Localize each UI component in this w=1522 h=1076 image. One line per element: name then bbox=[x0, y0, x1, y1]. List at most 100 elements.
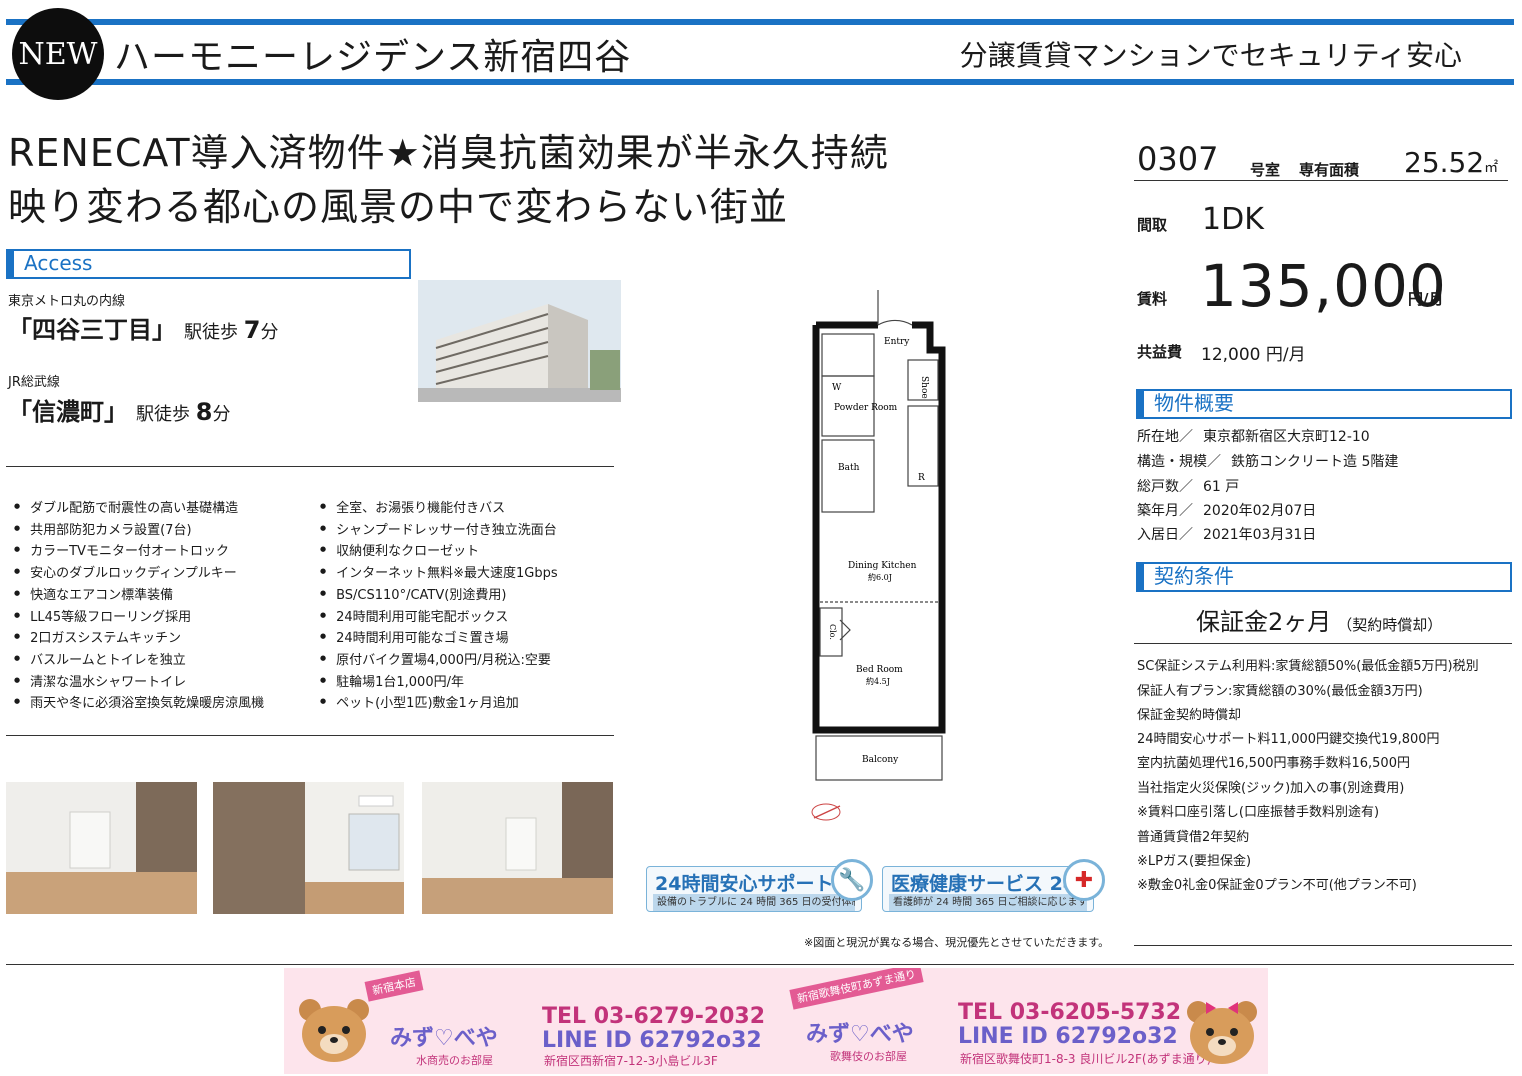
interior-photo-1 bbox=[6, 782, 197, 914]
feature-item: シャンプードレッサー付き独立洗面台 bbox=[320, 520, 558, 542]
feature-item: ダブル配筋で耐震性の高い基礎構造 bbox=[14, 498, 264, 520]
wrench-icon: 🔧 bbox=[831, 859, 873, 901]
feature-item: 24時間利用可能宅配ボックス bbox=[320, 607, 558, 629]
condition-row: 保証人有プラン:家賃総額の30%(最低金額3万円) bbox=[1137, 684, 1423, 699]
store-2-tel: TEL 03-6205-5732 bbox=[958, 1000, 1182, 1025]
condition-row: 当社指定火災保険(ジック)加入の事(別途費用) bbox=[1137, 781, 1405, 796]
feature-item: 収納便利なクローゼット bbox=[320, 541, 558, 563]
route-1-walk: 駅徒歩 7分 bbox=[184, 316, 279, 344]
feature-item: 24時間利用可能なゴミ置き場 bbox=[320, 628, 558, 650]
contract-divider bbox=[1134, 643, 1512, 644]
feature-item: LL45等級フローリング採用 bbox=[14, 607, 264, 629]
overview-row: 所在地／ 東京都新宿区大京町12-10 bbox=[1137, 429, 1370, 445]
feature-item: 安心のダブルロックディンプルキー bbox=[14, 563, 264, 585]
feature-item: 2口ガスシステムキッチン bbox=[14, 628, 264, 650]
fp-label-dk-size: 約6.0J bbox=[868, 572, 892, 582]
feature-item: 雨天や冬に必須浴室換気乾燥暖房涼風機 bbox=[14, 693, 264, 715]
building-exterior-photo bbox=[418, 280, 621, 402]
footer-divider bbox=[6, 964, 1514, 965]
store-1-name: みず♡べや bbox=[390, 1026, 498, 1051]
fp-label-entry: Entry bbox=[884, 337, 910, 347]
right-bottom-divider bbox=[1134, 945, 1512, 946]
store-2-name: みず♡べや bbox=[806, 1022, 914, 1047]
support-24h-badge: 24時間安心サポート 設備のトラブルに 24 時間 365 日の受付体制 🔧 bbox=[646, 859, 873, 912]
condition-row: SC保証システム利用料:家賃総額50%(最低金額5万円)税別 bbox=[1137, 659, 1479, 674]
feature-item: 全室、お湯張り機能付きバス bbox=[320, 498, 558, 520]
disclaimer: ※図面と現況が異なる場合、現況優先とさせていただきます。 bbox=[804, 936, 1110, 949]
store-2-sub: 歌舞伎のお部屋 bbox=[830, 1050, 907, 1063]
new-badge: NEW bbox=[12, 8, 104, 100]
route-1-line: 東京メトロ丸の内線 bbox=[8, 294, 126, 309]
deposit-value: 保証金2ヶ月 bbox=[1196, 608, 1332, 636]
bear-mascot-icon bbox=[299, 999, 369, 1062]
fp-label-br-size: 約4.5J bbox=[866, 676, 890, 686]
store-2-ribbon: 新宿歌舞伎町あずま通り bbox=[789, 968, 924, 1010]
common-fee-value: 12,000 円/月 bbox=[1201, 345, 1306, 365]
store-1-ribbon: 新宿本店 bbox=[364, 970, 424, 1002]
access-label: Access bbox=[6, 249, 411, 279]
area-value: 25.52㎡ bbox=[1404, 146, 1499, 179]
bear-mascot-icon bbox=[1187, 1001, 1257, 1064]
tagline: 分譲賃貸マンションでセキュリティ安心 bbox=[959, 39, 1462, 72]
fp-label-powder-room: Powder Room bbox=[834, 403, 898, 413]
red-cross-icon: ✚ bbox=[1063, 859, 1105, 901]
overview-row: 構造・規模／ 鉄筋コンクリート造 5階建 bbox=[1137, 454, 1399, 470]
divider-2 bbox=[6, 735, 614, 736]
store-1-line-id: LINE ID 62792o32 bbox=[542, 1028, 762, 1053]
compass-icon bbox=[811, 803, 841, 821]
common-fee-label: 共益費 bbox=[1137, 343, 1183, 361]
condition-row: 保証金契約時償却 bbox=[1137, 708, 1242, 723]
condition-row: 室内抗菌処理代16,500円事務手数料16,500円 bbox=[1137, 756, 1410, 771]
feature-item: 快適なエアコン標準装備 bbox=[14, 585, 264, 607]
fp-label-dining-kitchen: Dining Kitchen bbox=[848, 561, 917, 571]
rent-value: 135,000 bbox=[1200, 252, 1447, 320]
rent-unit: 円/月 bbox=[1408, 290, 1444, 308]
layout-value: 1DK bbox=[1202, 202, 1264, 237]
support-badge-title: 24時間安心サポート bbox=[655, 873, 834, 895]
fp-label-closet: Clo. bbox=[828, 624, 837, 640]
condition-row: 24時間安心サポート料11,000円鍵交換代19,800円 bbox=[1137, 732, 1440, 747]
route-2-station: 「信濃町」 bbox=[8, 398, 128, 426]
overview-label: 物件概要 bbox=[1136, 389, 1512, 419]
area-label: 専有面積 bbox=[1299, 161, 1360, 179]
route-2-line: JR総武線 bbox=[8, 375, 60, 390]
fp-label-shoe: Shoe bbox=[919, 376, 929, 399]
medical-badge-sub: 看護師が 24 時間 365 日ご相談に応じます。 bbox=[889, 894, 1087, 911]
condition-row: 普通賃貸借2年契約 bbox=[1137, 830, 1250, 845]
fp-label-w: W bbox=[832, 383, 842, 393]
feature-item: 駐輪場1台1,000円/年 bbox=[320, 672, 558, 694]
headline-2: 映り変わる都心の風景の中で変わらない街並 bbox=[8, 185, 789, 229]
fp-label-bath: Bath bbox=[838, 463, 860, 473]
deposit-note: （契約時償却） bbox=[1337, 616, 1443, 634]
overview-row: 総戸数／ 61 戸 bbox=[1137, 479, 1240, 495]
headline-1: RENECAT導入済物件★消臭抗菌効果が半永久持続 bbox=[8, 131, 889, 175]
support-badge-sub: 設備のトラブルに 24 時間 365 日の受付体制 bbox=[653, 894, 855, 911]
store-1-sub: 水商売のお部屋 bbox=[416, 1054, 493, 1067]
store-1-tel: TEL 03-6279-2032 bbox=[542, 1004, 766, 1029]
layout-label: 間取 bbox=[1137, 216, 1168, 234]
floor-plan: Entry Shoe W Powder Room Bath R Dining K… bbox=[800, 290, 960, 830]
medical-badge-title: 医療健康サービス 24 bbox=[891, 873, 1077, 895]
header-rule-top bbox=[6, 19, 1514, 25]
interior-photo-3 bbox=[422, 782, 613, 914]
store-2-line-id: LINE ID 62792o32 bbox=[958, 1024, 1178, 1049]
room-number: 0307 bbox=[1137, 140, 1219, 178]
divider-1 bbox=[6, 466, 614, 467]
store-1-address: 新宿区西新宿7-12-3小島ビル3F bbox=[544, 1054, 718, 1068]
medical-24h-badge: 医療健康サービス 24 看護師が 24 時間 365 日ご相談に応じます。 ✚ bbox=[882, 859, 1105, 912]
store-banner: 新宿本店 みず♡べや 水商売のお部屋 TEL 03-6279-2032 LINE… bbox=[284, 968, 1268, 1074]
contract-label: 契約条件 bbox=[1136, 562, 1512, 592]
fp-label-r: R bbox=[918, 473, 925, 483]
fp-label-balcony: Balcony bbox=[862, 755, 899, 765]
room-divider bbox=[1134, 180, 1508, 181]
feature-item: 清潔な温水シャワートイレ bbox=[14, 672, 264, 694]
condition-row: ※LPガス(要担保金) bbox=[1137, 854, 1252, 869]
property-name: ハーモニーレジデンス新宿四谷 bbox=[114, 37, 632, 78]
feature-item: 原付バイク置場4,000円/月税込:空要 bbox=[320, 650, 558, 672]
feature-item: BS/CS110°/CATV(別途費用) bbox=[320, 585, 558, 607]
feature-item: ペット(小型1匹)敷金1ヶ月追加 bbox=[320, 693, 558, 715]
room-label: 号室 bbox=[1250, 161, 1281, 179]
overview-row: 入居日／ 2021年03月31日 bbox=[1137, 527, 1317, 543]
route-1-station: 「四谷三丁目」 bbox=[8, 316, 176, 344]
rent-label: 賃料 bbox=[1137, 290, 1168, 308]
